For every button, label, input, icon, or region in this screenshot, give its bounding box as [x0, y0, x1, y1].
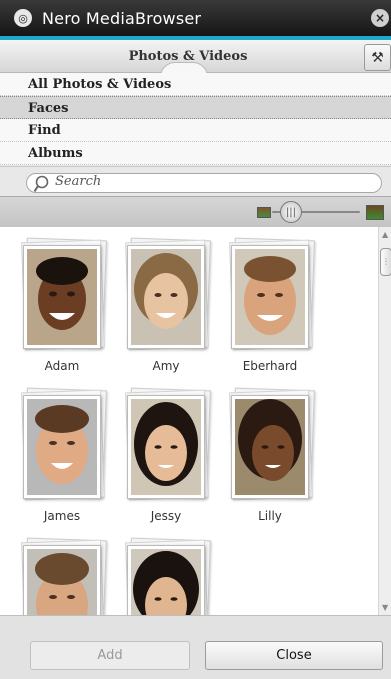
- person-tile[interactable]: [17, 537, 107, 615]
- portrait-image: [235, 249, 305, 345]
- window-title: Nero MediaBrowser: [42, 8, 202, 28]
- search-placeholder: Search: [55, 174, 102, 189]
- search-icon: [34, 175, 49, 193]
- scroll-down-arrow-icon[interactable]: ▼: [382, 603, 388, 612]
- title-bar: ◎ Nero MediaBrowser ×: [0, 0, 391, 36]
- person-name: Lilly: [258, 509, 282, 523]
- person-tile[interactable]: [121, 537, 211, 615]
- person-tile-adam[interactable]: Adam: [17, 237, 107, 373]
- person-name: Amy: [152, 359, 180, 373]
- zoom-toolbar: |||: [0, 196, 391, 228]
- face-photo: [127, 245, 205, 349]
- person-tile-eberhard[interactable]: Eberhard: [225, 237, 315, 373]
- scroll-up-arrow-icon[interactable]: ▲: [382, 230, 388, 239]
- face-photo: [231, 245, 309, 349]
- person-tile-amy[interactable]: Amy: [121, 237, 211, 373]
- close-button[interactable]: Close: [205, 641, 383, 670]
- zoom-slider-thumb[interactable]: |||: [280, 201, 302, 223]
- large-thumbnail-icon: [366, 205, 384, 220]
- face-photo: [127, 395, 205, 499]
- dialog-footer: Add Close: [0, 615, 391, 679]
- person-name: Adam: [44, 359, 80, 373]
- portrait-image: [27, 249, 97, 345]
- face-photo: [23, 395, 101, 499]
- category-nav: All Photos & Videos Faces Find Albums: [0, 73, 391, 165]
- window-close-button[interactable]: ×: [371, 9, 389, 27]
- portrait-image: [131, 399, 201, 495]
- scroll-thumb[interactable]: ⋮: [380, 248, 391, 276]
- portrait-image: [131, 249, 201, 345]
- nav-item-find[interactable]: Find: [0, 119, 391, 142]
- person-name: Jessy: [150, 509, 182, 523]
- person-tile-jessy[interactable]: Jessy: [121, 387, 211, 523]
- hammer-icon: ⚒: [371, 49, 384, 66]
- portrait-image: [131, 549, 201, 615]
- face-photo: [127, 545, 205, 615]
- portrait-image: [27, 399, 97, 495]
- portrait-image: [27, 549, 97, 615]
- tools-button[interactable]: ⚒: [364, 44, 391, 71]
- add-button[interactable]: Add: [30, 641, 190, 670]
- nav-item-albums[interactable]: Albums: [0, 142, 391, 165]
- person-tile-james[interactable]: James: [17, 387, 107, 523]
- search-area: Search: [0, 166, 391, 197]
- person-name: James: [43, 509, 81, 523]
- person-name: Eberhard: [242, 359, 298, 373]
- tab-bar: Photos & Videos ⚒: [0, 40, 391, 77]
- faces-gallery: Adam Amy Eberhard James Jessy Lilly: [0, 227, 378, 615]
- gallery-scrollbar[interactable]: ▲ ⋮ ▼: [378, 227, 391, 615]
- small-thumbnail-icon: [257, 207, 271, 218]
- face-photo: [231, 395, 309, 499]
- nero-logo-icon: ◎: [14, 9, 32, 27]
- portrait-image: [235, 399, 305, 495]
- face-photo: [23, 545, 101, 615]
- nav-item-all-photos-videos[interactable]: All Photos & Videos: [0, 73, 391, 96]
- nav-item-faces[interactable]: Faces: [0, 96, 391, 119]
- face-photo: [23, 245, 101, 349]
- person-tile-lilly[interactable]: Lilly: [225, 387, 315, 523]
